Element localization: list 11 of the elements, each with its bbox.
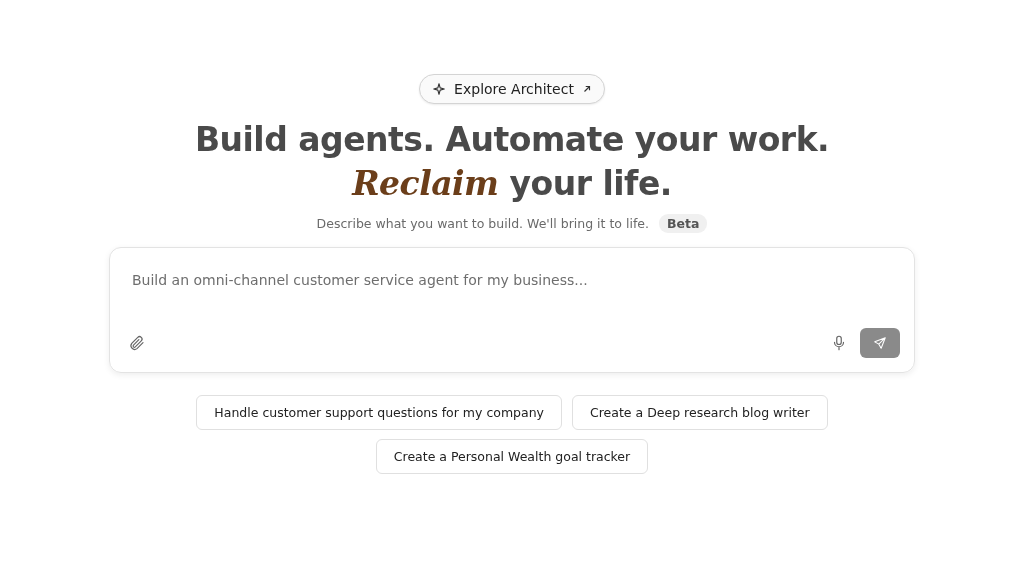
headline: Build agents. Automate your work. (194, 119, 830, 161)
subtitle: Describe what you want to build. We'll bring it to life. (316, 216, 649, 231)
explore-architect-button[interactable]: Explore Architect (419, 74, 605, 104)
suggestion-chip[interactable]: Create a Personal Wealth goal tracker (375, 439, 649, 474)
headline: Reclaim your life. (352, 163, 672, 205)
suggestion-chip[interactable]: Create a Deep research blog writer (572, 395, 828, 430)
paper-plane-icon (873, 336, 887, 350)
suggestion-chip[interactable]: Handle customer support questions for my company (196, 395, 562, 430)
paperclip-icon[interactable] (128, 334, 146, 352)
sparkle-icon (432, 82, 447, 96)
beta-badge: Beta (658, 214, 708, 233)
